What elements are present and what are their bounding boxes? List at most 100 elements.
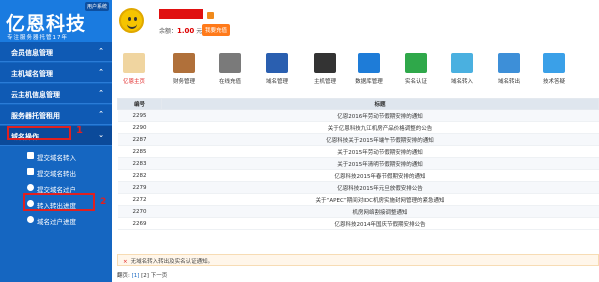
notice-text: 无域名转入转出及实名认证通知。 bbox=[130, 259, 214, 265]
submenu-label: 域名过户进度 bbox=[37, 218, 76, 226]
submenu-owner-change-progress[interactable]: 域名过户进度 bbox=[0, 212, 112, 228]
page-2-link[interactable]: [2] bbox=[141, 273, 149, 279]
menu-cloud-host[interactable]: 云主机信息管理 ⌃ bbox=[0, 84, 112, 104]
row-id: 2283 bbox=[117, 157, 162, 170]
toolbar-label: 域名转入 bbox=[450, 79, 473, 85]
row-id: 2295 bbox=[117, 109, 162, 122]
close-icon: × bbox=[123, 259, 128, 265]
chevron-up-icon: ⌃ bbox=[98, 47, 104, 55]
toolbar-database[interactable]: 数据库管理 bbox=[352, 53, 386, 93]
row-title[interactable]: 关于亿恩科技九江机房产品价格调整的公告 bbox=[161, 121, 599, 134]
menu-server-hosting[interactable]: 服务器托管租用 ⌃ bbox=[0, 105, 112, 125]
highlight-box-2 bbox=[23, 193, 95, 211]
toolbar-label: 财务管理 bbox=[172, 79, 195, 85]
balance-display: 余额：1.00 元 bbox=[159, 26, 202, 35]
toolbar-label: 实名认证 bbox=[404, 79, 427, 85]
row-id: 2270 bbox=[117, 205, 162, 218]
submenu-transfer-out[interactable]: 提交域名转出 bbox=[0, 164, 112, 180]
submenu-transfer-in[interactable]: 提交域名转入 bbox=[0, 148, 112, 164]
toolbar-label: 域名管理 bbox=[265, 79, 288, 85]
next-page-link[interactable]: 下一页 bbox=[151, 273, 168, 279]
row-title[interactable]: 关于2015年清明节假期安排的通知 bbox=[161, 157, 599, 170]
table-row[interactable]: 2287 亿恩科技关于2015年端午节假期安排的通知 bbox=[117, 133, 599, 146]
toolbar-label: 域名转出 bbox=[497, 79, 520, 85]
column-header: 标题 bbox=[161, 98, 599, 110]
money-bag-icon bbox=[219, 53, 241, 73]
menu-label: 服务器托管租用 bbox=[11, 112, 60, 120]
chevron-up-icon: ⌃ bbox=[98, 68, 104, 76]
toolbar-transfer-out[interactable]: 域名转出 bbox=[492, 53, 526, 93]
toolbar-home[interactable]: 亿恩主页 bbox=[117, 53, 151, 93]
highlight-box-1 bbox=[7, 126, 71, 140]
user-system-badge: 用户系统 bbox=[84, 2, 109, 11]
balance-value: 1.00 bbox=[177, 27, 195, 35]
toolbar-label: 亿恩主页 bbox=[122, 79, 145, 85]
brand-logo: 用户系统 亿恩科技 专注服务器托管17年 bbox=[0, 0, 112, 42]
eye-icon bbox=[128, 17, 131, 21]
table-row[interactable]: 2295 亿恩2016年劳动节假期安排的通知 bbox=[117, 109, 599, 122]
database-icon bbox=[358, 53, 380, 73]
table-row[interactable]: 2279 亿恩科技2015年元旦放假安排公告 bbox=[117, 181, 599, 194]
notice-bar: × 无域名转入转出及实名认证通知。 bbox=[117, 254, 599, 266]
avatar[interactable] bbox=[119, 8, 144, 33]
toolbar-recharge[interactable]: 在线充值 bbox=[213, 53, 247, 93]
toolbar-domain[interactable]: 域名管理 bbox=[260, 53, 294, 93]
progress-icon bbox=[27, 216, 34, 223]
row-id: 2279 bbox=[117, 181, 162, 194]
row-id: 2272 bbox=[117, 193, 162, 206]
document-icon bbox=[27, 152, 34, 159]
table-row[interactable]: 2270 机房网络割接调整通知 bbox=[117, 205, 599, 218]
table-row[interactable]: 2282 亿恩科技2015年春节假期安排的通知 bbox=[117, 169, 599, 182]
table-row[interactable]: 2285 关于2015年劳动节假期安排的通知 bbox=[117, 145, 599, 158]
toolbar-realname[interactable]: 实名认证 bbox=[399, 53, 433, 93]
rss-icon[interactable] bbox=[207, 12, 214, 19]
balance-label: 余额： bbox=[159, 28, 178, 35]
submenu-label: 提交域名转入 bbox=[37, 154, 76, 162]
chat-icon bbox=[543, 53, 565, 73]
menu-label: 会员信息管理 bbox=[11, 49, 53, 57]
table-row[interactable]: 2290 关于亿恩科技九江机房产品价格调整的公告 bbox=[117, 121, 599, 134]
row-title[interactable]: 亿恩科技关于2015年端午节假期安排的通知 bbox=[161, 133, 599, 146]
row-title[interactable]: 亿恩科技2014年国庆节假期安排公告 bbox=[161, 217, 599, 230]
row-title[interactable]: 关于“APEC”期间对IDC机房实施封网管理的紧急通知 bbox=[161, 193, 599, 206]
toolbar-label: 在线充值 bbox=[218, 79, 241, 85]
row-title[interactable]: 亿恩2016年劳动节假期安排的通知 bbox=[161, 109, 599, 122]
menu-host-domain[interactable]: 主机域名管理 ⌃ bbox=[0, 63, 112, 83]
chevron-up-icon: ⌃ bbox=[98, 110, 104, 118]
menu-member-info[interactable]: 会员信息管理 ⌃ bbox=[0, 42, 112, 62]
toolbar-support[interactable]: 技术答疑 bbox=[537, 53, 571, 93]
row-id: 2287 bbox=[117, 133, 162, 146]
table-row[interactable]: 2272 关于“APEC”期间对IDC机房实施封网管理的紧急通知 bbox=[117, 193, 599, 206]
table-row[interactable]: 2283 关于2015年清明节假期安排的通知 bbox=[117, 157, 599, 170]
toolbar-transfer-in[interactable]: 域名转入 bbox=[445, 53, 479, 93]
server-icon bbox=[314, 53, 336, 73]
row-id: 2290 bbox=[117, 121, 162, 134]
row-title[interactable]: 机房网络割接调整通知 bbox=[161, 205, 599, 218]
column-header: 编号 bbox=[117, 98, 162, 110]
user-icon bbox=[27, 184, 34, 191]
pager-label: 翻页: bbox=[117, 273, 130, 279]
row-title[interactable]: 亿恩科技2015年元旦放假安排公告 bbox=[161, 181, 599, 194]
row-id: 2282 bbox=[117, 169, 162, 182]
step-marker-2: 2 bbox=[100, 197, 107, 207]
smile-icon bbox=[127, 24, 137, 29]
toolbar-finance[interactable]: 财务管理 bbox=[167, 53, 201, 93]
home-icon bbox=[123, 53, 145, 73]
pagination: 翻页: [1] [2] 下一页 bbox=[117, 271, 167, 279]
briefcase-icon bbox=[173, 53, 195, 73]
page-1-link[interactable]: [1] bbox=[132, 273, 140, 279]
flag-icon bbox=[266, 53, 288, 73]
row-id: 2285 bbox=[117, 145, 162, 158]
recharge-button[interactable]: 我要充值 bbox=[202, 24, 231, 36]
brand-name: 亿恩科技 bbox=[6, 13, 87, 35]
user-verify-icon bbox=[405, 53, 427, 73]
toolbar: 亿恩主页 财务管理 在线充值 域名管理 主机管理 数据库管理 实名认证 域名转入… bbox=[112, 43, 599, 95]
table-row[interactable]: 2269 亿恩科技2014年国庆节假期安排公告 bbox=[117, 217, 599, 230]
row-title[interactable]: 亿恩科技2015年春节假期安排的通知 bbox=[161, 169, 599, 182]
row-title[interactable]: 关于2015年劳动节假期安排的通知 bbox=[161, 145, 599, 158]
submenu-label: 提交域名转出 bbox=[37, 170, 76, 178]
row-id: 2269 bbox=[117, 217, 162, 230]
brand-slogan: 专注服务器托管17年 bbox=[7, 35, 68, 41]
chevron-down-icon: ⌄ bbox=[98, 131, 104, 139]
toolbar-host[interactable]: 主机管理 bbox=[308, 53, 342, 93]
